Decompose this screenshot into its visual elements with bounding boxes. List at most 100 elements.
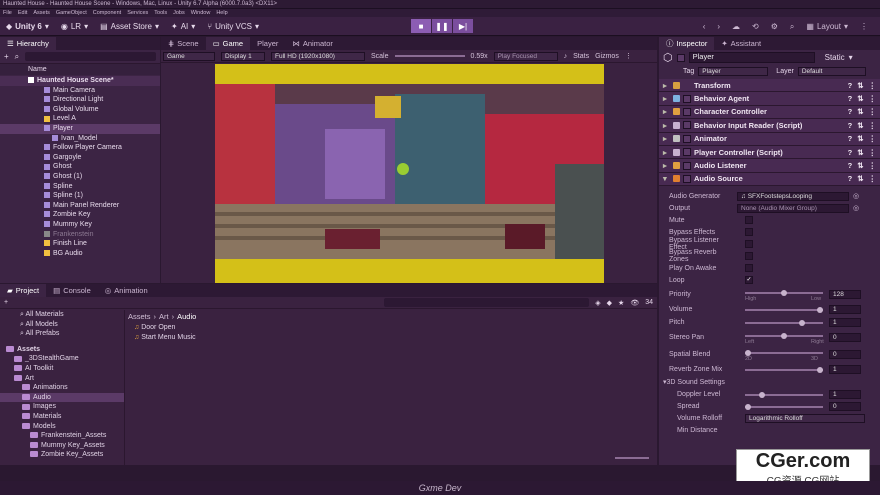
expand-icon[interactable]: ▸: [659, 94, 673, 103]
help-icon[interactable]: ?: [848, 94, 853, 103]
ai-button[interactable]: ✦ AI ▾: [165, 17, 201, 36]
hierarchy-search-input[interactable]: [25, 52, 156, 61]
slider-knob[interactable]: [817, 307, 823, 314]
help-icon[interactable]: ?: [848, 107, 853, 116]
eye-icon[interactable]: 👁: [630, 299, 639, 307]
search-icon[interactable]: ⌕: [790, 22, 794, 32]
tab-hierarchy[interactable]: ☰ Hierarchy: [0, 37, 56, 50]
tree-item[interactable]: Materials: [0, 412, 124, 422]
mute-checkbox[interactable]: [745, 216, 753, 225]
property-value[interactable]: 0: [829, 333, 861, 343]
hierarchy-item[interactable]: Ivan_Model: [0, 134, 160, 144]
property-slider[interactable]: [745, 350, 823, 357]
search-icon[interactable]: ⌕: [15, 52, 19, 62]
help-icon[interactable]: ?: [848, 81, 853, 90]
component-header[interactable]: ▸ Behavior Input Reader (Script)? ⇅ ⋮: [659, 119, 880, 133]
preset-icon[interactable]: ⇅: [857, 174, 863, 183]
more-icon[interactable]: ⋮: [869, 121, 877, 130]
enabled-checkbox[interactable]: [683, 174, 691, 183]
icon-size-slider[interactable]: [615, 457, 649, 459]
enabled-checkbox[interactable]: [683, 107, 691, 116]
slider-knob[interactable]: [781, 290, 787, 297]
display-select[interactable]: Display 1: [221, 51, 265, 61]
hierarchy-item[interactable]: Spline (1): [0, 191, 160, 201]
tree-item[interactable]: Frankenstein_Assets: [0, 431, 124, 441]
hierarchy-item[interactable]: Finish Line: [0, 239, 160, 249]
play-mode-select[interactable]: Play Focused: [493, 51, 558, 61]
layer-select[interactable]: Default: [797, 66, 866, 76]
tree-item[interactable]: Audio: [0, 392, 124, 403]
hierarchy-item[interactable]: Ghost: [0, 162, 160, 172]
slider-knob[interactable]: [745, 404, 751, 411]
hierarchy-item[interactable]: Zombie Key: [0, 210, 160, 220]
enabled-checkbox[interactable]: [683, 94, 691, 103]
expand-icon[interactable]: ▾: [659, 174, 673, 183]
hierarchy-item[interactable]: Global Volume: [0, 105, 160, 115]
enabled-checkbox[interactable]: [683, 121, 691, 130]
slider-knob[interactable]: [799, 320, 805, 327]
tree-item[interactable]: _3DStealthGame: [0, 354, 124, 364]
menu-tools[interactable]: Tools: [154, 10, 167, 16]
menu-edit[interactable]: Edit: [18, 10, 27, 16]
add-icon[interactable]: +: [4, 299, 8, 306]
tab-animator[interactable]: ⋈ Animator: [285, 37, 340, 50]
resolution-select[interactable]: Full HD (1920x1080): [271, 51, 365, 61]
step-button[interactable]: ▶|: [453, 19, 473, 33]
component-header[interactable]: ▸ Audio Listener? ⇅ ⋮: [659, 159, 880, 173]
property-slider[interactable]: [745, 307, 823, 314]
project-search-input[interactable]: [384, 298, 590, 307]
hierarchy-item[interactable]: Spline: [0, 182, 160, 192]
loop-checkbox[interactable]: ✓: [745, 276, 753, 285]
audio-icon[interactable]: ♪: [564, 53, 568, 60]
component-header[interactable]: ▸ Behavior Agent? ⇅ ⋮: [659, 92, 880, 106]
play-button[interactable]: ■: [411, 19, 431, 33]
expand-icon[interactable]: ▸: [659, 81, 673, 90]
property-value[interactable]: 0: [829, 401, 861, 411]
expand-icon[interactable]: ▸: [659, 148, 673, 157]
more-icon[interactable]: ⋮: [860, 22, 868, 31]
property-value[interactable]: 1: [829, 365, 861, 375]
more-icon[interactable]: ⋮: [869, 81, 877, 90]
tree-item[interactable]: Zombie Key_Assets: [0, 450, 124, 460]
property-slider[interactable]: [745, 404, 823, 411]
menu-window[interactable]: Window: [191, 10, 211, 16]
hierarchy-item[interactable]: Mummy Key: [0, 220, 160, 230]
hierarchy-item[interactable]: BG Audio: [0, 249, 160, 259]
slider-knob[interactable]: [781, 333, 787, 340]
help-icon[interactable]: ?: [848, 134, 853, 143]
tab-animation[interactable]: ◎ Animation: [98, 284, 155, 297]
tab-console[interactable]: ▤ Console: [46, 284, 98, 297]
output-field[interactable]: None (Audio Mixer Group): [737, 203, 849, 213]
property-value[interactable]: 0: [829, 350, 861, 360]
cloud-icon[interactable]: ☁: [732, 22, 740, 31]
hierarchy-item[interactable]: Gargoyle: [0, 153, 160, 163]
component-header[interactable]: ▸ Animator? ⇅ ⋮: [659, 132, 880, 146]
preset-icon[interactable]: ⇅: [857, 81, 863, 90]
tab-scene[interactable]: ⋕ Scene: [161, 37, 206, 50]
tab-inspector[interactable]: ⓘ Inspector: [659, 37, 715, 50]
favorite-item[interactable]: ⌕ All Materials: [0, 310, 124, 320]
bypass-listener-checkbox[interactable]: [745, 240, 753, 249]
property-value[interactable]: 1: [829, 389, 861, 399]
settings-icon[interactable]: ⚙: [771, 22, 778, 31]
tag-select[interactable]: Player: [698, 66, 769, 76]
property-slider[interactable]: [745, 333, 823, 340]
component-header[interactable]: ▸ Transform? ⇅ ⋮: [659, 79, 880, 93]
more-icon[interactable]: ⋮: [625, 52, 632, 60]
sound3d-foldout[interactable]: ▾ 3D Sound Settings: [659, 376, 880, 388]
object-name-field[interactable]: Player: [688, 52, 815, 63]
generator-field[interactable]: ♫ SFXFootstepsLooping: [737, 191, 849, 201]
menu-assets[interactable]: Assets: [33, 10, 50, 16]
history-icon[interactable]: ⟲: [752, 22, 759, 31]
hierarchy-item[interactable]: Ghost (1): [0, 172, 160, 182]
more-icon[interactable]: ⋮: [869, 161, 877, 170]
unity-menu-button[interactable]: ◆ Unity 6 ▾: [0, 17, 55, 36]
slider-knob[interactable]: [759, 392, 766, 399]
hierarchy-item[interactable]: Directional Light: [0, 95, 160, 105]
expand-icon[interactable]: ▸: [659, 121, 673, 130]
hierarchy-item[interactable]: Haunted House Scene*: [0, 76, 160, 86]
more-icon[interactable]: ⋮: [869, 134, 877, 143]
hierarchy-item[interactable]: Player: [0, 123, 160, 134]
preset-icon[interactable]: ⇅: [857, 94, 863, 103]
property-value[interactable]: 1: [829, 318, 861, 328]
